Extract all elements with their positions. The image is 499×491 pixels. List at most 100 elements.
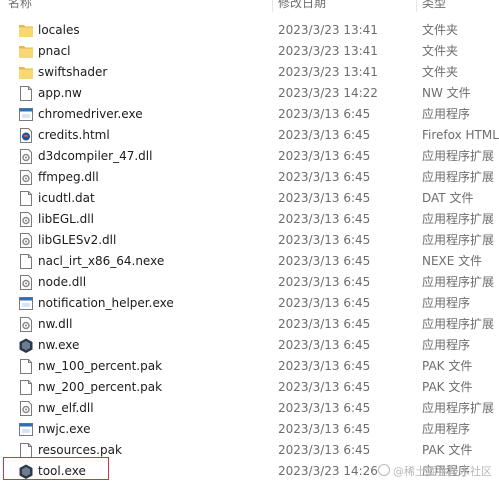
file-row[interactable]: app.nw 2023/3/23 14:22 NW 文件 xyxy=(0,83,499,104)
file-icon xyxy=(18,253,34,270)
file-row[interactable]: credits.html 2023/3/13 6:45 Firefox HTML D… xyxy=(0,125,499,146)
file-type: 文件夹 xyxy=(422,23,459,37)
file-date: 2023/3/13 6:45 xyxy=(278,338,371,352)
file-type: 应用程序 xyxy=(422,338,471,352)
file-row[interactable]: nacl_irt_x86_64.nexe 2023/3/13 6:45 NEXE 文… xyxy=(0,251,499,272)
column-divider[interactable] xyxy=(416,0,417,12)
file-date: 2023/3/23 13:41 xyxy=(278,44,378,58)
file-type: 应用程序 xyxy=(422,296,471,310)
file-row[interactable]: d3dcompiler_47.dll 2023/3/13 6:45 应用程序扩展 xyxy=(0,146,499,167)
file-name: locales xyxy=(38,23,80,37)
application-icon xyxy=(18,106,34,123)
file-row[interactable]: nw_elf.dll 2023/3/13 6:45 应用程序扩展 xyxy=(0,398,499,419)
file-date: 2023/3/13 6:45 xyxy=(278,443,371,457)
file-date: 2023/3/13 6:45 xyxy=(278,317,371,331)
dll-file-icon xyxy=(18,169,34,186)
file-name: swiftshader xyxy=(38,65,108,79)
file-row[interactable]: nw.exe 2023/3/13 6:45 应用程序 xyxy=(0,335,499,356)
file-name: node.dll xyxy=(38,275,87,289)
file-row[interactable]: libEGL.dll 2023/3/13 6:45 应用程序扩展 xyxy=(0,209,499,230)
file-icon xyxy=(18,190,34,207)
column-divider[interactable] xyxy=(272,0,273,12)
file-row[interactable]: icudtl.dat 2023/3/13 6:45 DAT 文件 xyxy=(0,188,499,209)
file-type: 应用程序 xyxy=(422,107,471,121)
file-date: 2023/3/13 6:45 xyxy=(278,170,371,184)
application-icon xyxy=(18,421,34,438)
file-date: 2023/3/23 14:26 xyxy=(278,464,378,478)
file-date: 2023/3/23 13:41 xyxy=(278,23,378,37)
file-row[interactable]: nw_200_percent.pak 2023/3/13 6:45 PAK 文件 xyxy=(0,377,499,398)
file-date: 2023/3/13 6:45 xyxy=(278,191,371,205)
file-name: nw_200_percent.pak xyxy=(38,380,163,394)
file-name: chromedriver.exe xyxy=(38,107,143,121)
file-type: PAK 文件 xyxy=(422,380,473,394)
file-date: 2023/3/13 6:45 xyxy=(278,128,371,142)
file-type: 应用程序 xyxy=(422,422,471,436)
file-name: ffmpeg.dll xyxy=(38,170,99,184)
file-date: 2023/3/13 6:45 xyxy=(278,149,371,163)
file-type: 文件夹 xyxy=(422,65,459,79)
file-type: PAK 文件 xyxy=(422,443,473,457)
file-date: 2023/3/13 6:45 xyxy=(278,422,371,436)
file-row[interactable]: swiftshader 2023/3/23 13:41 文件夹 xyxy=(0,62,499,83)
folder-icon xyxy=(18,22,34,39)
file-type: DAT 文件 xyxy=(422,191,474,205)
file-name: nw_100_percent.pak xyxy=(38,359,163,373)
file-type: 应用程序扩展 xyxy=(422,275,495,289)
file-type: NW 文件 xyxy=(422,86,471,100)
file-type: PAK 文件 xyxy=(422,359,473,373)
file-icon xyxy=(18,379,34,396)
file-type: 应用程序扩展 xyxy=(422,212,495,226)
file-date: 2023/3/23 14:22 xyxy=(278,86,378,100)
file-date: 2023/3/13 6:45 xyxy=(278,233,371,247)
nw-app-icon xyxy=(18,337,34,354)
column-date-header[interactable]: 修改日期 xyxy=(278,0,326,12)
column-name-header[interactable]: 名称 xyxy=(8,0,32,12)
file-name: nw.exe xyxy=(38,338,80,352)
file-date: 2023/3/13 6:45 xyxy=(278,296,371,310)
file-name: app.nw xyxy=(38,86,82,100)
file-date: 2023/3/13 6:45 xyxy=(278,380,371,394)
file-date: 2023/3/13 6:45 xyxy=(278,254,371,268)
file-type: NEXE 文件 xyxy=(422,254,483,268)
file-name: credits.html xyxy=(38,128,110,142)
dll-file-icon xyxy=(18,232,34,249)
file-row[interactable]: libGLESv2.dll 2023/3/13 6:45 应用程序扩展 xyxy=(0,230,499,251)
file-row[interactable]: pnacl 2023/3/23 13:41 文件夹 xyxy=(0,41,499,62)
dll-file-icon xyxy=(18,211,34,228)
file-date: 2023/3/13 6:45 xyxy=(278,107,371,121)
file-icon xyxy=(18,85,34,102)
file-name: nacl_irt_x86_64.nexe xyxy=(38,254,165,268)
file-name: libEGL.dll xyxy=(38,212,94,226)
file-name: notification_helper.exe xyxy=(38,296,174,310)
file-icon xyxy=(18,358,34,375)
file-name: nw.dll xyxy=(38,317,73,331)
file-row[interactable]: nw.dll 2023/3/13 6:45 应用程序扩展 xyxy=(0,314,499,335)
file-type: 应用程序扩展 xyxy=(422,149,495,163)
file-row[interactable]: locales 2023/3/23 13:41 文件夹 xyxy=(0,20,499,41)
file-row[interactable]: notification_helper.exe 2023/3/13 6:45 应用程… xyxy=(0,293,499,314)
file-row[interactable]: chromedriver.exe 2023/3/13 6:45 应用程序 xyxy=(0,104,499,125)
file-date: 2023/3/13 6:45 xyxy=(278,359,371,373)
column-type-header[interactable]: 类型 xyxy=(422,0,446,12)
file-type: 应用程序扩展 xyxy=(422,317,495,331)
dll-file-icon xyxy=(18,400,34,417)
file-row[interactable]: node.dll 2023/3/13 6:45 应用程序扩展 xyxy=(0,272,499,293)
file-name: pnacl xyxy=(38,44,71,58)
column-header: 名称 修改日期 类型 xyxy=(0,0,499,12)
dll-file-icon xyxy=(18,148,34,165)
application-icon xyxy=(18,295,34,312)
watermark-text: @稀土掘金技术社区 xyxy=(393,465,492,478)
file-date: 2023/3/13 6:45 xyxy=(278,401,371,415)
file-type: 应用程序扩展 xyxy=(422,170,495,184)
folder-icon xyxy=(18,43,34,60)
file-name: icudtl.dat xyxy=(38,191,95,205)
firefox-html-icon xyxy=(18,127,34,144)
file-row[interactable]: nw_100_percent.pak 2023/3/13 6:45 PAK 文件 xyxy=(0,356,499,377)
file-row[interactable]: nwjc.exe 2023/3/13 6:45 应用程序 xyxy=(0,419,499,440)
file-row[interactable]: ffmpeg.dll 2023/3/13 6:45 应用程序扩展 xyxy=(0,167,499,188)
watermark: @稀土掘金技术社区 xyxy=(378,464,492,480)
folder-icon xyxy=(18,64,34,81)
file-name: nwjc.exe xyxy=(38,422,91,436)
file-type: 应用程序扩展 xyxy=(422,233,495,247)
